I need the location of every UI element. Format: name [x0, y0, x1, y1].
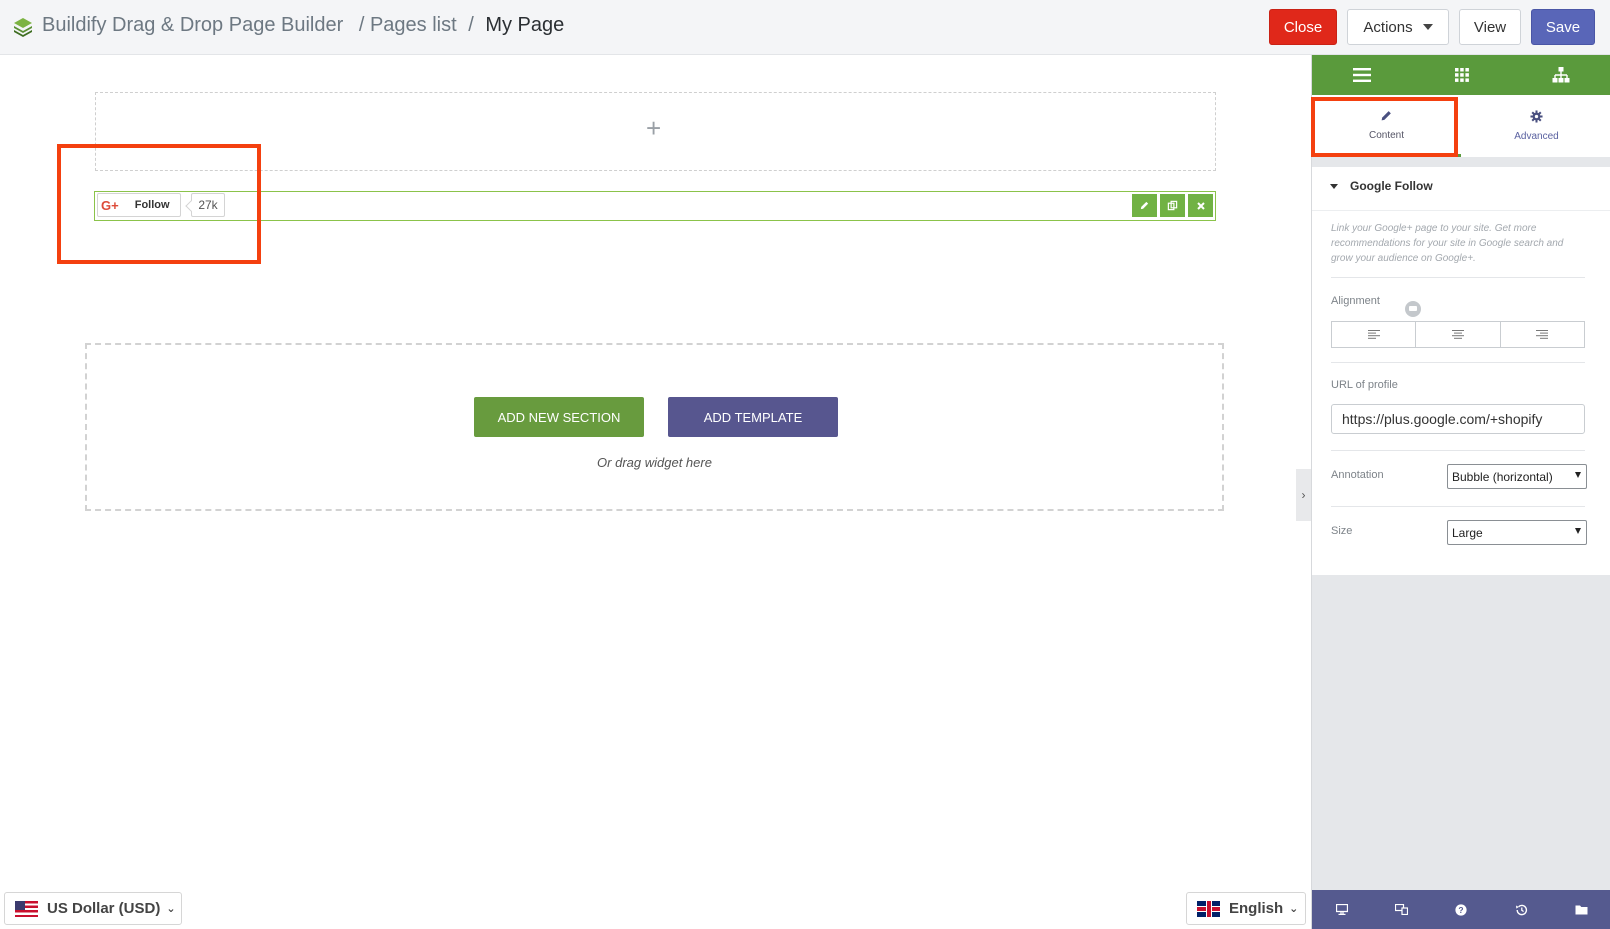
language-selector[interactable]: English ⌄ [1186, 892, 1306, 925]
actions-button-label: Actions [1363, 18, 1413, 36]
editor-panel: Content Advanced Google Follow Link your… [1311, 55, 1610, 929]
tab-advanced[interactable]: Advanced [1462, 95, 1610, 157]
remove-icon[interactable] [1188, 194, 1213, 217]
chevron-right-icon: › [1301, 488, 1306, 502]
close-button[interactable]: Close [1269, 9, 1337, 45]
widget-description: Link your Google+ page to your site. Get… [1331, 223, 1564, 264]
close-button-label: Close [1283, 18, 1323, 36]
top-bar: Buildify Drag & Drop Page Builder / Page… [0, 0, 1610, 55]
gear-icon [1530, 110, 1543, 123]
align-right-button[interactable] [1501, 322, 1584, 347]
drop-zone[interactable]: ADD NEW SECTION ADD TEMPLATE Or drag wid… [85, 343, 1224, 511]
widgets-grid-icon[interactable] [1412, 55, 1512, 95]
caret-down-icon [1330, 183, 1338, 189]
history-icon[interactable] [1491, 904, 1551, 916]
svg-text:?: ? [1459, 905, 1464, 915]
desktop-icon[interactable] [1312, 904, 1372, 915]
language-label: English [1229, 900, 1284, 917]
dropdown-arrow-icon [1575, 528, 1581, 534]
google-follow-widget[interactable]: G+ Follow 27k [94, 191, 1216, 221]
annotation-highlight-content-tab [1311, 97, 1458, 157]
help-icon[interactable]: ? [1432, 903, 1492, 916]
section-toggle-google-follow[interactable]: Google Follow [1330, 179, 1433, 193]
folder-icon[interactable] [1551, 904, 1610, 915]
uk-flag-icon [1197, 900, 1220, 917]
breadcrumb-pages-list[interactable]: / Pages list [359, 14, 457, 36]
drag-widget-hint: Or drag widget here [597, 455, 712, 470]
duplicate-icon[interactable] [1160, 194, 1185, 217]
buildify-logo-icon [14, 18, 32, 37]
menu-icon[interactable] [1312, 55, 1412, 95]
alignment-label: Alignment [1331, 295, 1380, 307]
actions-dropdown-button[interactable]: Actions [1347, 9, 1449, 45]
us-flag-icon [15, 900, 38, 917]
size-value: Large [1452, 525, 1483, 540]
profile-url-input[interactable]: https://plus.google.com/+shopify [1331, 404, 1585, 434]
divider [1331, 277, 1585, 278]
align-left-button[interactable] [1332, 322, 1417, 347]
annotation-value: Bubble (horizontal) [1452, 469, 1553, 484]
add-new-section-button[interactable]: ADD NEW SECTION [474, 397, 644, 437]
align-right-icon [1536, 330, 1549, 339]
collapse-panel-toggle[interactable]: › [1296, 469, 1311, 521]
caret-down-icon [1422, 24, 1433, 30]
currency-label: US Dollar (USD) [47, 900, 161, 917]
currency-selector[interactable]: US Dollar (USD) ⌄ [4, 892, 182, 925]
divider [1331, 506, 1585, 507]
section-title: Google Follow [1350, 179, 1433, 193]
panel-top-bar [1312, 55, 1610, 95]
alignment-control [1331, 321, 1585, 348]
info-tooltip-icon[interactable] [1405, 301, 1421, 317]
align-center-button[interactable] [1416, 322, 1501, 347]
size-label: Size [1331, 525, 1353, 537]
annotation-select[interactable]: Bubble (horizontal) [1447, 464, 1587, 489]
url-label: URL of profile [1331, 379, 1398, 391]
add-template-button[interactable]: ADD TEMPLATE [668, 397, 838, 437]
breadcrumb: Buildify Drag & Drop Page Builder / Page… [42, 14, 564, 37]
page-title: My Page [485, 14, 565, 36]
chevron-down-icon: ⌄ [1289, 903, 1299, 915]
annotation-label: Annotation [1331, 469, 1384, 481]
chevron-down-icon: ⌄ [166, 903, 176, 915]
tab-advanced-label: Advanced [1514, 131, 1559, 142]
divider [1331, 450, 1585, 451]
navigator-icon[interactable] [1511, 55, 1610, 95]
panel-settings: Google Follow Link your Google+ page to … [1312, 167, 1610, 575]
divider [1331, 362, 1585, 363]
widget-toolbar [1129, 194, 1213, 217]
annotation-highlight-widget [57, 144, 261, 264]
breadcrumb-app-title[interactable]: Buildify Drag & Drop Page Builder [42, 14, 343, 36]
size-select[interactable]: Large [1447, 520, 1587, 545]
align-center-icon [1451, 330, 1464, 339]
save-button[interactable]: Save [1531, 9, 1595, 45]
empty-section[interactable]: + [95, 92, 1216, 171]
align-left-icon [1367, 330, 1380, 339]
save-button-label: Save [1545, 18, 1581, 36]
responsive-icon[interactable] [1372, 904, 1432, 915]
dropdown-arrow-icon [1575, 472, 1581, 478]
view-button-label: View [1473, 18, 1507, 36]
edit-icon[interactable] [1132, 194, 1157, 217]
view-button[interactable]: View [1459, 9, 1521, 45]
panel-footer: ? [1312, 890, 1610, 929]
divider [1312, 210, 1610, 211]
breadcrumb-separator: / [468, 14, 474, 36]
plus-icon[interactable]: + [646, 115, 661, 141]
